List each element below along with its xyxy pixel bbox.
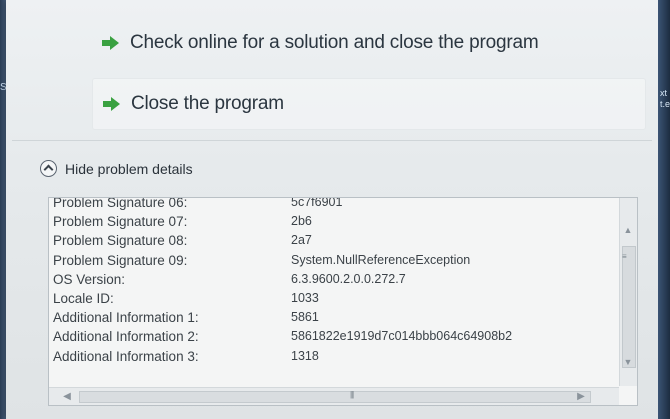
- check-online-option[interactable]: Check online for a solution and close th…: [92, 18, 644, 68]
- detail-value: 5861: [291, 310, 319, 325]
- details-row: Additional Information 3: 1318: [53, 347, 613, 366]
- horizontal-scrollbar[interactable]: ◀ ||| ▶: [49, 387, 619, 405]
- detail-value: 2a7: [291, 233, 312, 248]
- detail-value: 1033: [291, 290, 319, 305]
- green-arrow-icon: [102, 36, 120, 50]
- chevron-up-icon: [40, 160, 57, 177]
- scroll-left-icon[interactable]: ◀: [59, 388, 75, 405]
- detail-key: Additional Information 3:: [53, 348, 199, 364]
- details-row: Problem Signature 08: 2a7: [53, 231, 613, 250]
- detail-key: Additional Information 1:: [53, 310, 199, 326]
- detail-value: 2b6: [291, 214, 312, 229]
- detail-value: 5c7f6901: [291, 197, 343, 209]
- detail-key: Problem Signature 07:: [53, 214, 188, 230]
- background-window-text: xt t.e: [660, 88, 670, 109]
- detail-value: 5861822e1919d7c014bbb064c64908b2: [291, 329, 513, 344]
- detail-key: Additional Information 2:: [53, 329, 199, 345]
- detail-key: Problem Signature 09:: [53, 252, 188, 268]
- background-window-right: xt t.e: [658, 0, 670, 419]
- details-row: Additional Information 1: 5861: [53, 308, 613, 327]
- green-arrow-icon: [103, 97, 121, 111]
- grip-icon: |||: [350, 390, 354, 399]
- error-dialog: Check online for a solution and close th…: [6, 0, 658, 419]
- scroll-right-icon[interactable]: ▶: [573, 388, 589, 405]
- detail-value: 6.3.9600.2.0.0.272.7: [291, 271, 406, 286]
- detail-key: Problem Signature 06:: [53, 197, 188, 210]
- detail-value: 1318: [291, 348, 319, 363]
- check-online-label: Check online for a solution and close th…: [130, 32, 539, 53]
- divider: [12, 140, 652, 141]
- vertical-scrollbar[interactable]: ▲ ≡ ▼: [619, 198, 637, 386]
- scroll-down-icon[interactable]: ▼: [621, 354, 635, 370]
- grip-icon: ≡: [622, 252, 627, 261]
- details-row: Locale ID: 1033: [53, 289, 613, 308]
- scroll-up-icon[interactable]: ▲: [621, 222, 635, 238]
- hide-details-toggle[interactable]: Hide problem details: [40, 160, 193, 177]
- close-program-label: Close the program: [131, 93, 284, 114]
- details-row: Problem Signature 07: 2b6: [53, 212, 613, 231]
- vertical-scroll-thumb[interactable]: [622, 246, 636, 368]
- detail-key: OS Version:: [53, 271, 126, 287]
- horizontal-scroll-thumb[interactable]: |||: [79, 390, 591, 403]
- details-row: Additional Information 2: 5861822e1919d7c…: [53, 327, 613, 346]
- details-row: Problem Signature 09: System.NullReferenc…: [53, 251, 613, 270]
- details-row: Problem Signature 06: 5c7f6901: [53, 197, 613, 212]
- details-list: Problem Signature 06: 5c7f6901 Problem Si…: [53, 197, 613, 366]
- detail-key: Problem Signature 08:: [53, 233, 188, 249]
- hide-details-label: Hide problem details: [65, 160, 193, 177]
- detail-value: System.NullReferenceException: [291, 252, 471, 267]
- close-program-option[interactable]: Close the program: [92, 78, 646, 130]
- details-row: OS Version: 6.3.9600.2.0.0.272.7: [53, 270, 613, 289]
- problem-details-box[interactable]: Problem Signature 06: 5c7f6901 Problem Si…: [48, 197, 638, 406]
- detail-key: Locale ID:: [53, 290, 114, 306]
